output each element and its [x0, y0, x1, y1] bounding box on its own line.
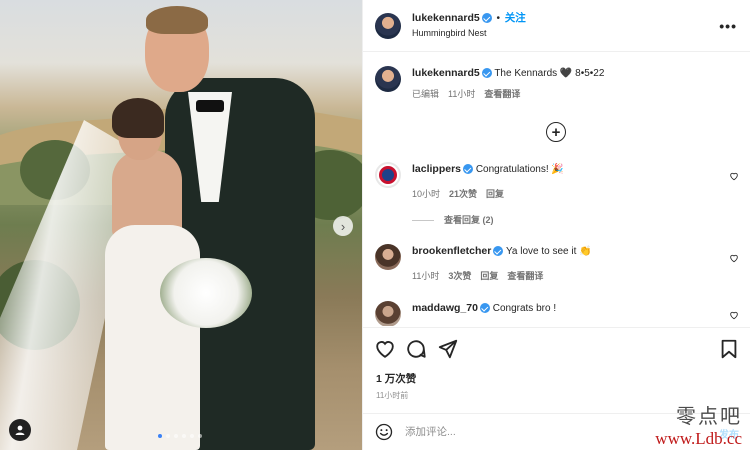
- party-emoji: 🎉: [551, 164, 564, 175]
- bride-dress: [105, 225, 200, 450]
- author-username[interactable]: lukekennard5: [412, 12, 480, 24]
- follow-button[interactable]: 关注: [505, 12, 526, 24]
- carousel-next-button[interactable]: ›: [333, 216, 353, 236]
- commenter-username[interactable]: maddawg_70: [412, 302, 478, 314]
- comment-item: laclippers Congratulations! 🎉 10小时 21次赞 回复…: [375, 162, 745, 227]
- watermark: 零点吧 www.Ldb.cc: [655, 400, 742, 449]
- carousel-dot: [158, 434, 162, 438]
- bouquet: [160, 258, 252, 328]
- comment-time: 11小时: [412, 271, 440, 281]
- caption-username[interactable]: lukekennard5: [412, 67, 480, 79]
- bookmark-icon[interactable]: [718, 338, 740, 360]
- comment-input[interactable]: [405, 426, 685, 438]
- edited-label: 已编辑: [412, 89, 440, 99]
- carousel-dot: [198, 434, 202, 438]
- more-options-icon[interactable]: •••: [719, 18, 737, 34]
- comment-time: 10小时: [412, 189, 441, 199]
- reply-button[interactable]: 回复: [486, 189, 504, 199]
- bride-hair: [112, 98, 164, 138]
- bowtie: [196, 100, 224, 112]
- comment-likes[interactable]: 21次赞: [449, 189, 477, 199]
- carousel-indicator: [158, 434, 202, 438]
- verified-icon: [463, 164, 474, 175]
- comment-meta: 10小时 21次赞 回复: [412, 187, 712, 201]
- plus-icon: +: [551, 123, 561, 141]
- like-comment-heart-icon[interactable]: [729, 253, 739, 263]
- post-details-panel: lukekennard5 • 关注 Hummingbird Nest ••• l…: [362, 0, 750, 450]
- like-comment-heart-icon[interactable]: [729, 310, 739, 320]
- carousel-dot: [166, 434, 170, 438]
- comment-text: Congratulations!: [475, 164, 549, 175]
- separator: •: [496, 13, 500, 24]
- author-info: lukekennard5 • 关注 Hummingbird Nest: [412, 11, 526, 40]
- carousel-dot: [174, 434, 178, 438]
- black-heart-emoji: 🖤: [559, 68, 573, 79]
- groom-hair: [146, 6, 208, 34]
- post-location[interactable]: Hummingbird Nest: [412, 26, 526, 40]
- verified-icon: [481, 13, 492, 24]
- likes-count[interactable]: 1 万次赞: [376, 371, 416, 386]
- post-photo[interactable]: ›: [0, 0, 362, 450]
- view-replies-button[interactable]: 查看回复 (2): [412, 213, 712, 227]
- comment-text: Congrats bro !: [492, 303, 557, 314]
- caption-text: The Kennards: [494, 68, 558, 79]
- caption-avatar[interactable]: [375, 66, 401, 92]
- comment-icon[interactable]: [405, 338, 427, 360]
- like-heart-icon[interactable]: [374, 338, 396, 360]
- caption-meta: 已编辑 11小时 查看翻译: [412, 87, 604, 101]
- post-timestamp: 11小时前: [376, 391, 409, 400]
- verified-icon: [479, 303, 490, 314]
- carousel-dot: [190, 434, 194, 438]
- reply-button[interactable]: 回复: [480, 271, 498, 281]
- chevron-right-icon: ›: [340, 218, 346, 234]
- load-more-comments-button[interactable]: +: [546, 122, 566, 142]
- comment-item: brookenfletcher Ya love to see it 👏 11小时…: [375, 244, 745, 283]
- comment-meta: 11小时 3次赞 回复 查看翻译: [412, 269, 712, 283]
- author-avatar[interactable]: [375, 12, 401, 39]
- replies-divider: [412, 219, 434, 221]
- tagged-users-button[interactable]: [9, 419, 31, 441]
- view-replies-label: 查看回复 (2): [444, 215, 494, 225]
- share-send-icon[interactable]: [437, 338, 459, 360]
- post-caption: lukekennard5 The Kennards 🖤 8•5•22 已编辑 11…: [375, 66, 745, 101]
- post-header: lukekennard5 • 关注 Hummingbird Nest •••: [363, 0, 750, 52]
- like-comment-heart-icon[interactable]: [729, 171, 739, 181]
- comment-item: maddawg_70 Congrats bro !: [375, 301, 745, 326]
- verified-icon: [493, 246, 504, 257]
- commenter-avatar[interactable]: [375, 244, 401, 270]
- carousel-dot: [182, 434, 186, 438]
- commenter-avatar[interactable]: [375, 162, 401, 188]
- caption-time: 11小时: [448, 89, 476, 99]
- clap-emoji: 👏: [579, 246, 592, 257]
- translate-link[interactable]: 查看翻译: [507, 271, 543, 281]
- verified-icon: [481, 68, 492, 79]
- translate-link[interactable]: 查看翻译: [484, 89, 520, 99]
- commenter-username[interactable]: brookenfletcher: [412, 245, 491, 257]
- comment-likes[interactable]: 3次赞: [448, 271, 471, 281]
- commenter-username[interactable]: laclippers: [412, 163, 461, 175]
- caption-date: 8•5•22: [575, 68, 605, 79]
- comment-text: Ya love to see it: [505, 246, 577, 257]
- user-icon: [15, 425, 25, 435]
- watermark-url: www.Ldb.cc: [655, 429, 742, 448]
- watermark-chinese: 零点吧: [676, 404, 742, 428]
- commenter-avatar[interactable]: [375, 301, 401, 326]
- emoji-icon[interactable]: [375, 423, 393, 441]
